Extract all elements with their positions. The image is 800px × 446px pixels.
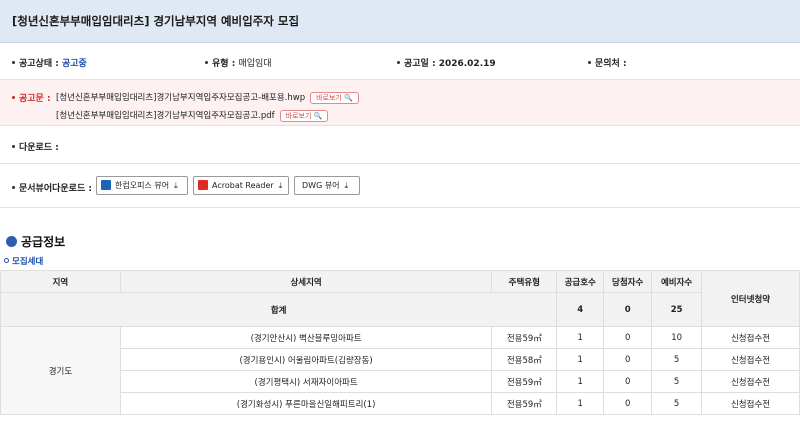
supply-cell: 1 [556,348,605,371]
reserve-cell: 10 [651,326,703,349]
type-label: 유형 : [212,59,239,69]
circle-bullet-icon [4,258,9,263]
detail-cell: (경기안산시) 벽산블루밍아파트 [119,326,493,349]
status-label: 공고상태 : [19,59,62,69]
supply-cell: 1 [556,370,605,393]
notice-info-row: 공고상태 : 공고중 유형 : 매입임대 공고일 : 2026.02.19 문의… [0,43,800,80]
acrobat-icon [198,179,208,190]
notice-files-row: 공고문 : [청년신혼부부매입임대리츠]경기남부지역입주자모집공고-배포용.hw… [0,80,800,126]
notice-label: 공고문 : [12,91,51,104]
table-row: (경기용인시) 어울림아파트(김량장동) 전용58㎡ 1 0 5 신청접수전 [1,348,800,371]
download-label: 다운로드 : [12,140,59,153]
detail-cell: (경기평택시) 서재자이아파트 [119,370,493,393]
header-reserve: 예비자수 [651,270,703,293]
table-total-row: 합계 4 0 25 [0,292,800,327]
total-reserve: 25 [651,292,703,327]
download-icon: ⤓ [344,181,349,190]
type-value: 매입임대 [238,59,272,69]
notice-file-hwp: [청년신혼부부매입임대리츠]경기남부지역입주자모집공고-배포용.hwp 바로보기 … [56,91,359,104]
header-detail: 상세지역 [119,270,493,293]
contact-label: 문의처 : [595,59,627,69]
bullet-icon [12,96,15,99]
bullet-icon [397,61,400,64]
type-cell: 전용59㎡ [491,392,558,415]
header-region: 지역 [0,270,121,293]
apply-cell: 신청접수전 [701,326,800,349]
subsection-title-text: 모집세대 [12,257,44,267]
total-winners: 0 [603,292,653,327]
section-icon [6,236,17,247]
download-label-text: 다운로드 : [19,143,59,153]
bullet-icon [12,186,15,189]
table-row: 경기도 (경기안산시) 벽산블루밍아파트 전용59㎡ 1 0 10 신청접수전 [0,326,800,415]
page-title-bar: [청년신혼부부매입임대리츠] 경기남부지역 예비입주자 모집 [0,0,800,43]
reserve-cell: 5 [651,348,703,371]
table-header-row: 지역 상세지역 주택유형 공급호수 당첨자수 예비자수 인터넷청약 [0,270,800,327]
view-button-pdf[interactable]: 바로보기 🔍 [279,109,329,122]
bullet-icon [12,61,15,64]
status-item: 공고상태 : 공고중 [12,56,87,69]
detail-cell: (경기화성시) 푸른마을신일해피트리(1) [119,392,493,415]
reserve-cell: 5 [651,370,703,393]
type-item: 유형 : 매입임대 [205,56,272,69]
supply-cell: 1 [556,392,605,415]
header-housing-type: 주택유형 [491,270,558,293]
acrobat-reader-button[interactable]: Acrobat Reader ⤓ [193,176,289,195]
hancom-icon [101,179,111,190]
winners-cell: 0 [603,392,653,415]
type-cell: 전용59㎡ [491,370,558,393]
date-label: 공고일 : 2026.02.19 [404,59,496,69]
bullet-icon [12,145,15,148]
reserve-cell: 5 [651,392,703,415]
download-row: 다운로드 : [0,126,800,164]
hancom-viewer-label: 한컴오피스 뷰어 [115,181,170,190]
file-link-hwp[interactable]: [청년신혼부부매입임대리츠]경기남부지역입주자모집공고-배포용.hwp [56,93,305,103]
section-title-text: 공급정보 [21,235,66,249]
type-cell: 전용58㎡ [491,348,558,371]
hancom-viewer-button[interactable]: 한컴오피스 뷰어 ⤓ [96,176,188,195]
viewer-label: 문서뷰어다운로드 : [12,181,92,194]
status-badge: 공고중 [62,59,87,69]
apply-cell: 신청접수전 [701,348,800,371]
subsection-title: 모집세대 [4,255,43,267]
viewer-label-text: 문서뷰어다운로드 : [19,184,92,194]
download-icon: ⤓ [278,181,283,190]
apply-cell: 신청접수전 [701,392,800,415]
notice-label-text: 공고문 : [19,94,51,104]
download-icon: ⤓ [174,181,178,190]
contact-item: 문의처 : [588,56,627,69]
view-button-hwp[interactable]: 바로보기 🔍 [310,91,359,104]
dwg-viewer-label: DWG 뷰어 [302,181,340,190]
table-row: (경기화성시) 푸른마을신일해피트리(1) 전용59㎡ 1 0 5 신청접수전 [1,392,800,415]
header-apply: 인터넷청약 [701,270,800,327]
detail-cell: (경기용인시) 어울림아파트(김량장동) [119,348,493,371]
region-cell: 경기도 [0,326,121,415]
type-cell: 전용59㎡ [491,326,558,349]
notice-file-pdf: [청년신혼부부매입임대리츠]경기남부지역입주자모집공고.pdf 바로보기 🔍 [56,109,329,122]
total-label: 합계 [0,292,558,327]
table-row: (경기평택시) 서재자이아파트 전용59㎡ 1 0 5 신청접수전 [1,370,800,393]
bullet-icon [205,61,208,64]
date-item: 공고일 : 2026.02.19 [397,56,496,69]
winners-cell: 0 [603,348,653,371]
header-winners: 당첨자수 [603,270,653,293]
viewer-download-row: 문서뷰어다운로드 : 한컴오피스 뷰어 ⤓ Acrobat Reader ⤓ DWG… [0,164,800,208]
supply-cell: 1 [556,326,605,349]
supply-table: 지역 상세지역 주택유형 공급호수 당첨자수 예비자수 인터넷청약 합계 4 0… [0,270,800,415]
winners-cell: 0 [603,370,653,393]
page-title: [청년신혼부부매입임대리츠] 경기남부지역 예비입주자 모집 [12,14,300,28]
total-supply: 4 [556,292,605,327]
bullet-icon [588,61,591,64]
acrobat-reader-label: Acrobat Reader [212,181,274,190]
dwg-viewer-button[interactable]: DWG 뷰어 ⤓ [294,176,360,195]
section-title: 공급정보 [6,233,65,250]
winners-cell: 0 [603,326,653,349]
header-supply: 공급호수 [556,270,605,293]
apply-cell: 신청접수전 [701,370,800,393]
file-link-pdf[interactable]: [청년신혼부부매입임대리츠]경기남부지역입주자모집공고.pdf [56,111,275,121]
